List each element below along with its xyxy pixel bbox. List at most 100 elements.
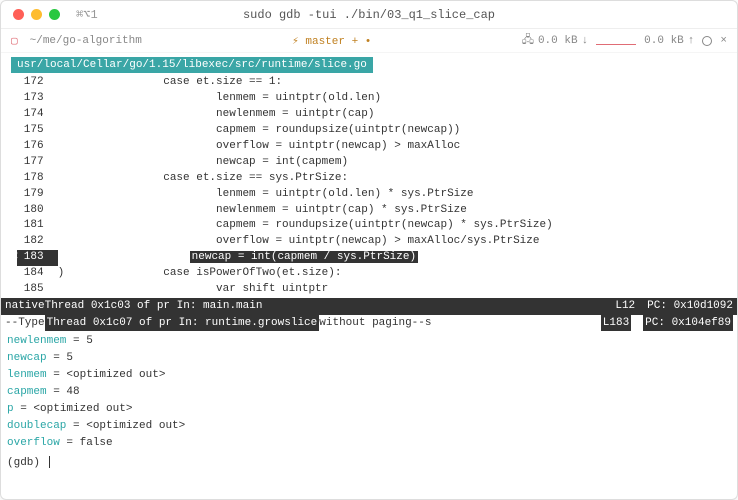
native-pc: PC: 0x10d1092 bbox=[647, 298, 733, 315]
variable-row: newcap = 5 bbox=[7, 350, 731, 367]
variable-value: = <optimized out> bbox=[47, 369, 166, 381]
line-number: 172 bbox=[18, 75, 58, 91]
line-number: 180 bbox=[18, 203, 58, 219]
code-text: lenmem = uintptr(old.len) * sys.PtrSize bbox=[58, 187, 474, 203]
variable-value: = <optimized out> bbox=[14, 403, 133, 415]
native-line: L12 bbox=[615, 298, 635, 315]
variable-row: doublecap = <optimized out> bbox=[7, 418, 731, 435]
line-number: 182 bbox=[18, 234, 58, 250]
shortcut-label: ⌘⌥1 bbox=[76, 7, 98, 22]
code-text: lenmem = uintptr(old.len) bbox=[58, 91, 381, 107]
cwd-path: ~/me/go-algorithm bbox=[30, 35, 142, 47]
variable-value: = <optimized out> bbox=[66, 420, 185, 432]
status-toolbar: ▢ ~/me/go-algorithm ⚡ master + • 🖧 0.0 k… bbox=[1, 29, 737, 53]
type-thread: Thread 0x1c07 of pr In: runtime.growslic… bbox=[45, 315, 320, 332]
variable-name: p bbox=[7, 403, 14, 415]
variable-row: newlenmem = 5 bbox=[7, 333, 731, 350]
variable-name: overflow bbox=[7, 437, 60, 449]
code-line: 185 var shift uintptr bbox=[11, 282, 737, 298]
line-number: 175 bbox=[18, 123, 58, 139]
variable-name: doublecap bbox=[7, 420, 66, 432]
net-down-value: 0.0 kB bbox=[538, 35, 578, 47]
type-line: L183 bbox=[601, 315, 631, 332]
variable-row: p = <optimized out> bbox=[7, 401, 731, 418]
source-pane: usr/local/Cellar/go/1.15/libexec/src/run… bbox=[1, 53, 737, 298]
traffic-lights bbox=[13, 9, 60, 20]
code-text: newcap = int(capmem) bbox=[58, 155, 348, 171]
code-line: 178 case et.size == sys.PtrSize: bbox=[11, 171, 737, 187]
line-number: 181 bbox=[18, 218, 58, 234]
net-up-value: 0.0 kB bbox=[644, 35, 684, 47]
source-file-header: usr/local/Cellar/go/1.15/libexec/src/run… bbox=[11, 57, 373, 73]
ring-icon bbox=[702, 36, 712, 46]
native-thread-row: native Thread 0x1c03 of pr In: main.main… bbox=[1, 298, 737, 315]
line-number: 177 bbox=[18, 155, 58, 171]
zoom-button[interactable] bbox=[49, 9, 60, 20]
code-line: 182 overflow = uintptr(newcap) > maxAllo… bbox=[11, 234, 737, 250]
variable-row: overflow = false bbox=[7, 435, 731, 452]
line-number: 174 bbox=[18, 107, 58, 123]
code-text: overflow = uintptr(newcap) > maxAlloc bbox=[58, 139, 461, 155]
close-button[interactable] bbox=[13, 9, 24, 20]
code-text: newlenmem = uintptr(cap) bbox=[58, 107, 375, 123]
gdb-prompt: (gdb) bbox=[7, 457, 47, 469]
code-line: 177 newcap = int(capmem) bbox=[11, 155, 737, 171]
variable-name: lenmem bbox=[7, 369, 47, 381]
code-line: 174 newlenmem = uintptr(cap) bbox=[11, 107, 737, 123]
code-line: 184) case isPowerOfTwo(et.size): bbox=[11, 266, 737, 282]
variable-value: = 5 bbox=[47, 352, 73, 364]
code-text: newlenmem = uintptr(cap) * sys.PtrSize bbox=[58, 203, 467, 219]
variable-name: newlenmem bbox=[7, 335, 66, 347]
code-line: 181 capmem = roundupsize(uintptr(newcap)… bbox=[11, 218, 737, 234]
type-pc: PC: 0x104ef89 bbox=[643, 315, 733, 332]
source-file-path: usr/local/Cellar/go/1.15/libexec/src/run… bbox=[17, 59, 367, 71]
code-line: 172 case et.size == 1: bbox=[11, 75, 737, 91]
gdb-prompt-row[interactable]: (gdb) bbox=[1, 454, 737, 471]
code-line: 173 lenmem = uintptr(old.len) bbox=[11, 91, 737, 107]
code-text: overflow = uintptr(newcap) > maxAlloc/sy… bbox=[58, 234, 540, 250]
code-lines: 172 case et.size == 1: 173 lenmem = uint… bbox=[1, 75, 737, 298]
branch-icon: ⚡ bbox=[292, 36, 299, 48]
type-label: --Type bbox=[5, 315, 45, 332]
code-line: 179 lenmem = uintptr(old.len) * sys.PtrS… bbox=[11, 187, 737, 203]
net-up: 0.0 kB bbox=[644, 35, 694, 47]
line-number: 173 bbox=[18, 91, 58, 107]
type-thread-row: --Type Thread 0x1c07 of pr In: runtime.g… bbox=[1, 315, 737, 332]
line-number: 185 bbox=[18, 282, 58, 298]
line-number: 179 bbox=[18, 187, 58, 203]
code-text: var shift uintptr bbox=[58, 282, 329, 298]
line-number: 184 bbox=[18, 266, 58, 282]
code-text: newcap = int(capmem / sys.PtrSize) bbox=[58, 250, 418, 266]
code-text: ) case isPowerOfTwo(et.size): bbox=[58, 266, 342, 282]
native-label: native bbox=[5, 298, 45, 315]
window-title: sudo gdb -tui ./bin/03_q1_slice_cap bbox=[1, 8, 737, 22]
gdb-pane: native Thread 0x1c03 of pr In: main.main… bbox=[1, 298, 737, 471]
net-icon: 🖧 bbox=[522, 31, 534, 50]
code-text: case et.size == 1: bbox=[58, 75, 282, 91]
code-line: 175 capmem = roundupsize(uintptr(newcap)… bbox=[11, 123, 737, 139]
variable-value: = false bbox=[60, 437, 113, 449]
type-post: without paging--s bbox=[319, 315, 431, 332]
code-line: >183 newcap = int(capmem / sys.PtrSize) bbox=[11, 250, 737, 266]
variable-value: = 48 bbox=[47, 386, 80, 398]
variable-name: newcap bbox=[7, 352, 47, 364]
code-line: 180 newlenmem = uintptr(cap) * sys.PtrSi… bbox=[11, 203, 737, 219]
close-icon[interactable] bbox=[720, 35, 727, 47]
variable-value: = 5 bbox=[66, 335, 92, 347]
code-text: case et.size == sys.PtrSize: bbox=[58, 171, 348, 187]
native-thread: Thread 0x1c03 of pr In: main.main bbox=[45, 298, 263, 315]
variable-name: capmem bbox=[7, 386, 47, 398]
code-text: capmem = roundupsize(uintptr(newcap) * s… bbox=[58, 218, 553, 234]
sparkline bbox=[596, 37, 636, 45]
variable-row: lenmem = <optimized out> bbox=[7, 367, 731, 384]
net-down: 🖧 0.0 kB bbox=[522, 31, 588, 50]
window-titlebar: ⌘⌥1 sudo gdb -tui ./bin/03_q1_slice_cap bbox=[1, 1, 737, 29]
code-text: capmem = roundupsize(uintptr(newcap)) bbox=[58, 123, 461, 139]
minimize-button[interactable] bbox=[31, 9, 42, 20]
code-line: 176 overflow = uintptr(newcap) > maxAllo… bbox=[11, 139, 737, 155]
variables-list: newlenmem = 5newcap = 5lenmem = <optimiz… bbox=[1, 331, 737, 454]
line-number: 178 bbox=[18, 171, 58, 187]
line-number: 176 bbox=[18, 139, 58, 155]
cursor bbox=[49, 456, 50, 468]
variable-row: capmem = 48 bbox=[7, 384, 731, 401]
